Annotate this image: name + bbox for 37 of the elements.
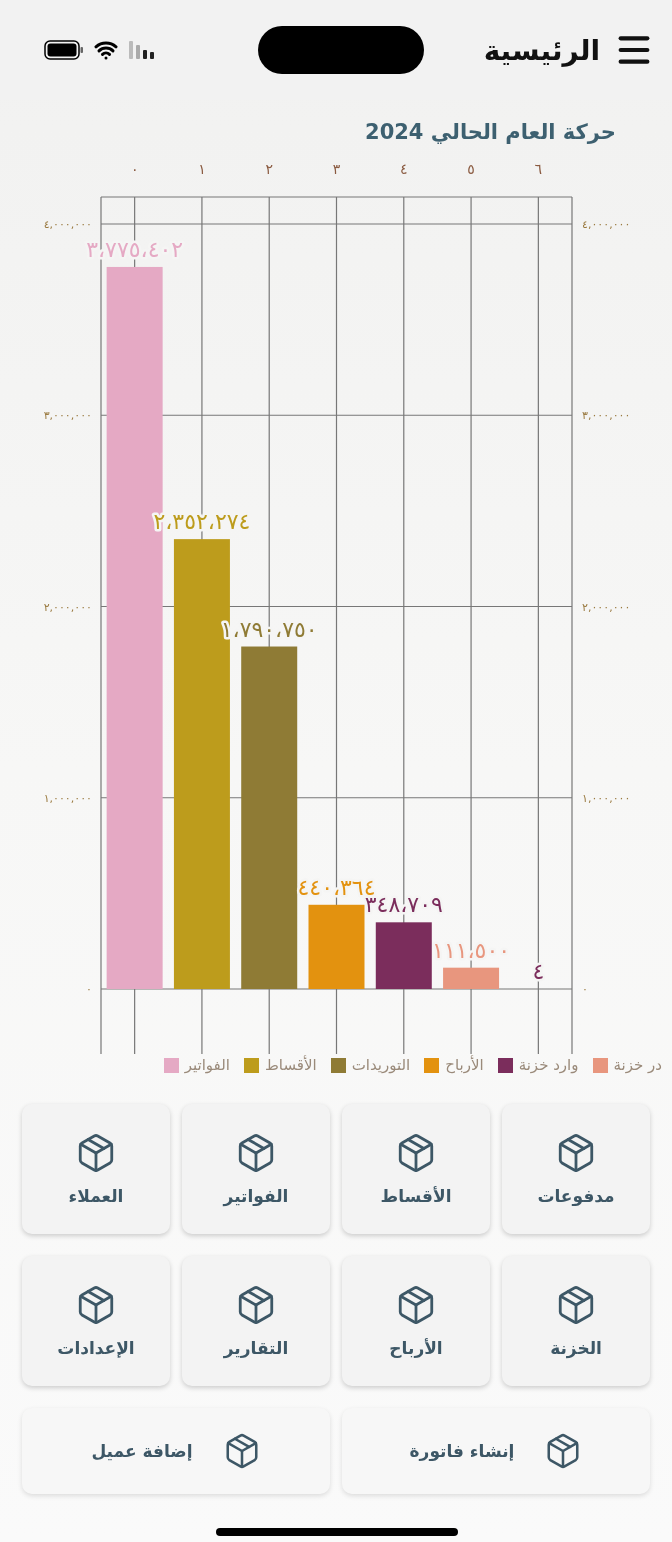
- x-tick-label: ٠: [130, 161, 139, 177]
- menu-tile[interactable]: التقارير: [182, 1256, 330, 1386]
- y-tick-label: ٢,٠٠٠,٠٠٠: [43, 600, 92, 614]
- action-button[interactable]: إنشاء فاتورة: [342, 1408, 650, 1494]
- battery-icon: [44, 40, 84, 60]
- bar-value-label: ٢،٣٥٢،٢٧٤: [153, 509, 251, 535]
- y-tick-label: ٣,٠٠٠,٠٠٠: [43, 409, 92, 423]
- x-tick-label: ٦: [534, 161, 543, 177]
- legend-label: الأرباح: [445, 1056, 484, 1074]
- x-tick-label: ٥: [467, 161, 475, 177]
- menu-tile[interactable]: الخزنة: [502, 1256, 650, 1386]
- menu-tile[interactable]: الأرباح: [342, 1256, 490, 1386]
- menu-tile[interactable]: الإعدادات: [22, 1256, 170, 1386]
- menu-tile[interactable]: الفواتير: [182, 1104, 330, 1234]
- y-tick-label: ١,٠٠٠,٠٠٠: [43, 791, 92, 805]
- x-tick-label: ٤: [400, 161, 408, 177]
- action-button[interactable]: إضافة عميل: [22, 1408, 330, 1494]
- legend-label: التوريدات: [351, 1056, 411, 1074]
- y-tick-label: ٤,٠٠٠,٠٠٠: [43, 218, 92, 231]
- menu-tile[interactable]: مدفوعات: [502, 1104, 650, 1234]
- legend-label: الأقساط: [264, 1056, 317, 1074]
- y-tick-label: ٠: [86, 983, 92, 996]
- x-tick-label: ١: [198, 161, 206, 177]
- menu-tile[interactable]: العملاء: [22, 1104, 170, 1234]
- legend-label: وارد خزنة: [518, 1056, 579, 1074]
- y-tick-label: ١,٠٠٠,٠٠٠: [582, 791, 631, 805]
- chart-title: حركة العام الحالي 2024: [364, 119, 617, 144]
- legend-label: الفواتير: [184, 1056, 230, 1074]
- legend-label: در خزنة: [613, 1056, 662, 1074]
- x-tick-label: ٢: [265, 161, 273, 177]
- y-tick-label: ٣,٠٠٠,٠٠٠: [582, 409, 631, 423]
- y-tick-label: ٤,٠٠٠,٠٠٠: [582, 218, 631, 231]
- y-tick-label: ٢,٠٠٠,٠٠٠: [582, 600, 631, 614]
- y-tick-label: ٠: [582, 983, 588, 996]
- x-tick-label: ٣: [332, 161, 341, 177]
- page-title: الرئيسية: [483, 33, 600, 67]
- menu-tile[interactable]: الأقساط: [342, 1104, 490, 1234]
